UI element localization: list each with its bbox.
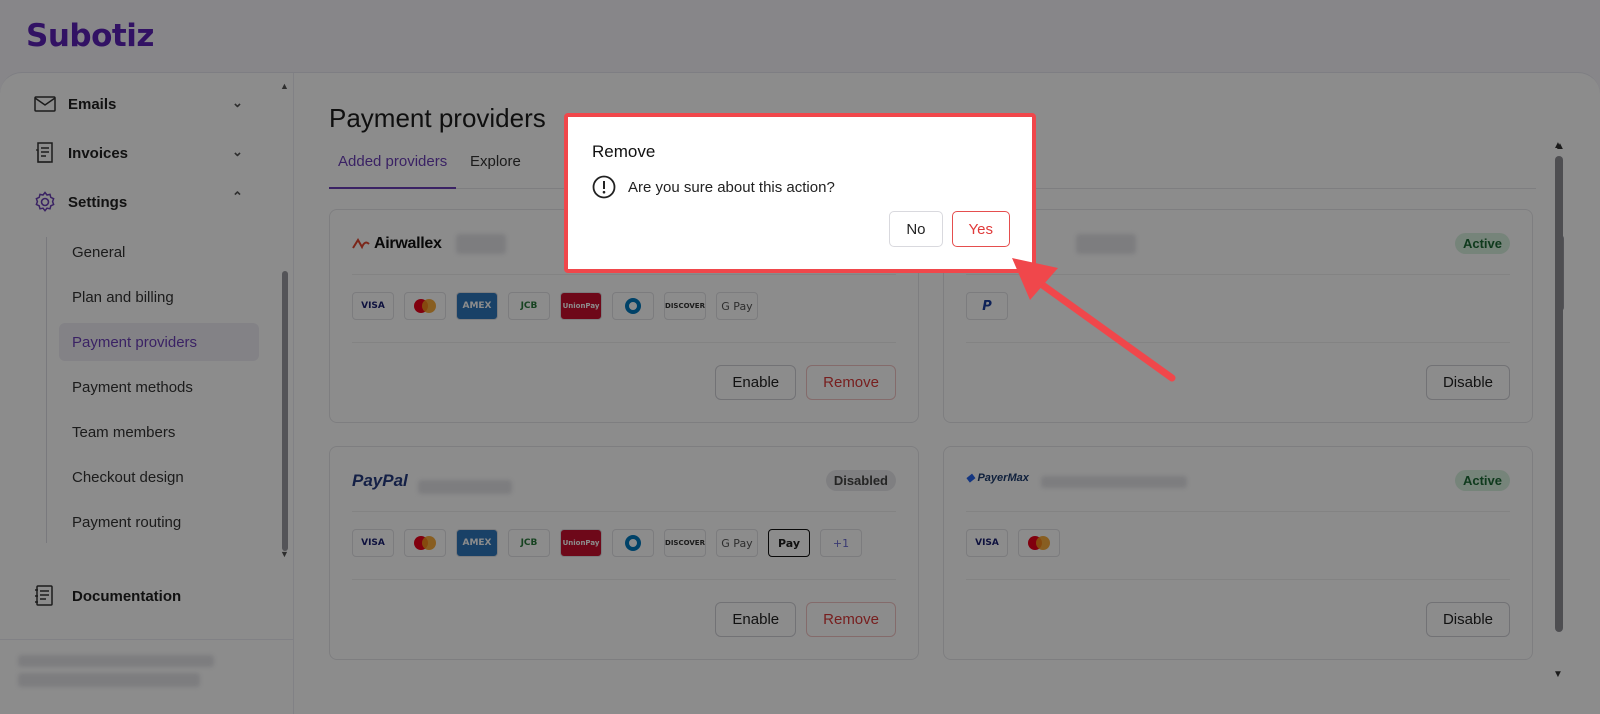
modal-overlay[interactable]: [0, 0, 1600, 714]
confirm-remove-dialog: Remove Are you sure about this action? N…: [564, 113, 1036, 273]
dialog-message: Are you sure about this action?: [592, 175, 835, 199]
dialog-actions: No Yes: [889, 211, 1010, 247]
dialog-message-text: Are you sure about this action?: [628, 178, 835, 196]
no-button[interactable]: No: [889, 211, 943, 247]
yes-button[interactable]: Yes: [951, 211, 1010, 247]
dialog-title: Remove: [592, 142, 656, 161]
exclamation-circle-icon: [592, 175, 616, 199]
